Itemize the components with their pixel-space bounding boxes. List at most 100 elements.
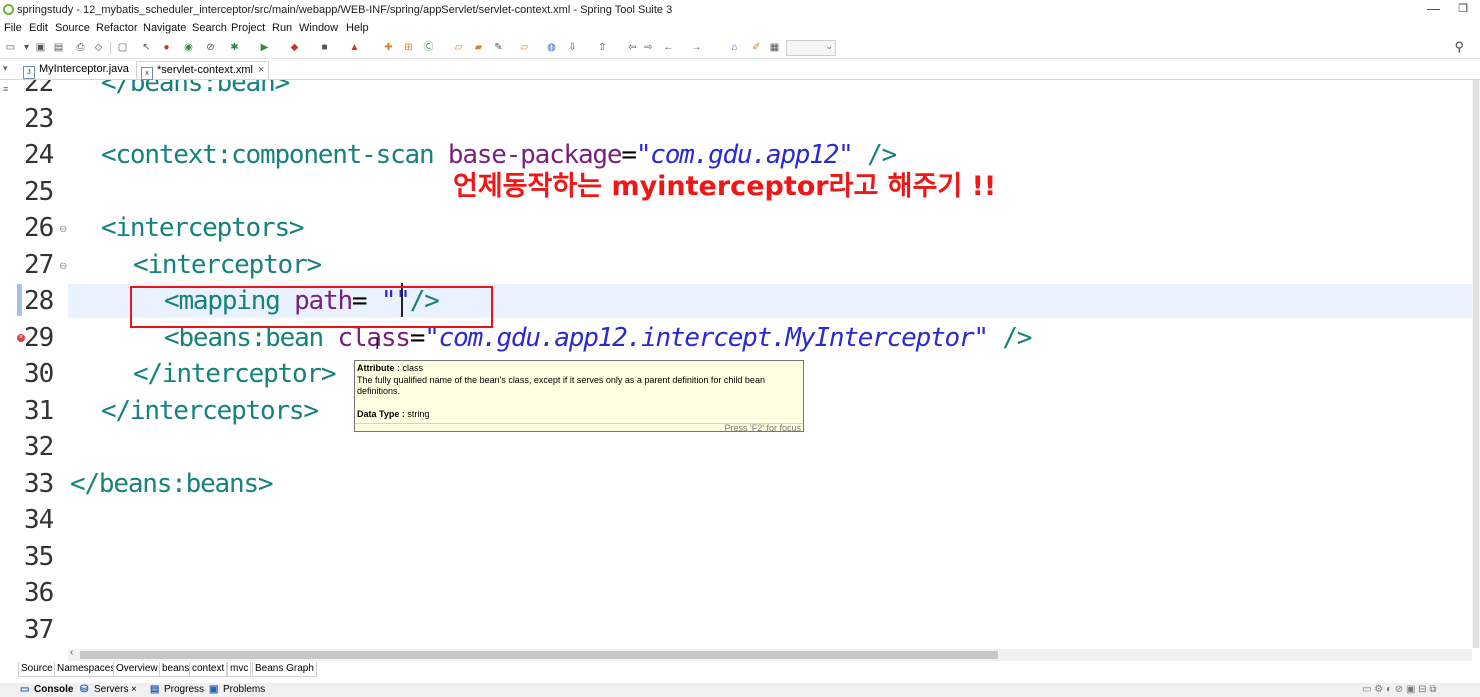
menu-file[interactable]: File bbox=[4, 22, 22, 34]
fold-toggle-icon[interactable]: ⊖ bbox=[59, 224, 67, 235]
stop-icon[interactable]: ● bbox=[160, 41, 173, 54]
tab-beans-graph[interactable]: Beans Graph bbox=[252, 662, 317, 677]
folder-icon[interactable]: ▱ bbox=[518, 41, 531, 54]
menu-run[interactable]: Run bbox=[272, 22, 292, 34]
menu-window[interactable]: Window bbox=[299, 22, 338, 34]
spring-tool-suite-icon bbox=[3, 4, 14, 15]
tab-mvc[interactable]: mvc bbox=[227, 662, 252, 677]
tab-progress[interactable]: Progress bbox=[164, 684, 204, 695]
title-bar: springstudy - 12_mybatis_scheduler_inter… bbox=[0, 0, 1480, 20]
code-line-26: <interceptors> bbox=[101, 213, 305, 243]
line-number: 27 bbox=[24, 250, 54, 280]
pin-editor-icon[interactable]: ⌂ bbox=[728, 41, 741, 54]
pointer-icon[interactable]: ↖ bbox=[140, 41, 153, 54]
console-icon: ▭ bbox=[20, 684, 30, 695]
forward-icon[interactable]: → bbox=[690, 41, 703, 54]
web-browser-icon[interactable]: ◍ bbox=[545, 41, 558, 54]
edit-icon[interactable]: ✎ bbox=[492, 41, 505, 54]
fold-toggle-icon[interactable]: ⊖ bbox=[59, 261, 67, 272]
open-file-icon[interactable]: ▰ bbox=[472, 41, 485, 54]
print-icon[interactable]: ⎙ bbox=[74, 41, 87, 54]
dropdown-arrow-icon[interactable]: ▾ bbox=[20, 41, 33, 54]
menu-search[interactable]: Search bbox=[192, 22, 227, 34]
scrollbar-thumb[interactable] bbox=[1473, 80, 1479, 648]
editor-tab-bar: ▾ J MyInterceptor.java x *servlet-context.… bbox=[0, 59, 1480, 80]
highlight-icon[interactable]: ✐ bbox=[750, 41, 763, 54]
editor-page-tabs: Source Namespaces Overview beans context… bbox=[0, 661, 1480, 679]
minimize-button[interactable]: — bbox=[1427, 1, 1440, 16]
error-marker-icon: × bbox=[17, 334, 25, 342]
view-menu-icon[interactable]: ▾ bbox=[3, 63, 8, 74]
annotation-text: 언제동작하는 myinterceptor라고 해주기 !! bbox=[453, 171, 997, 202]
coverage-icon[interactable]: ■ bbox=[318, 41, 331, 54]
progress-icon: ▤ bbox=[150, 684, 160, 695]
next-annotation-icon[interactable]: ⇩ bbox=[566, 41, 579, 54]
tab-context[interactable]: context bbox=[189, 662, 228, 677]
scroll-left-icon[interactable]: ‹ bbox=[70, 647, 73, 658]
tab-problems[interactable]: Problems bbox=[223, 684, 265, 695]
search-icon[interactable]: ⚲ bbox=[1454, 39, 1464, 55]
line-number: 24 bbox=[24, 140, 54, 170]
tab-servlet-context-xml[interactable]: x *servlet-context.xml × bbox=[136, 61, 270, 80]
menu-edit[interactable]: Edit bbox=[29, 22, 48, 34]
tab-myinterceptor-java[interactable]: J MyInterceptor.java bbox=[19, 61, 133, 79]
close-icon[interactable]: × bbox=[131, 684, 137, 695]
forward-edit-icon[interactable]: ⇨ bbox=[642, 41, 655, 54]
line-number: 35 bbox=[24, 542, 54, 572]
toolbar-combo[interactable]: ⌄ bbox=[786, 40, 836, 56]
tab-console[interactable]: Console bbox=[34, 684, 73, 695]
new-class-icon[interactable]: Ⓒ bbox=[422, 41, 435, 54]
tab-beans[interactable]: beans bbox=[159, 662, 193, 677]
save-all-icon[interactable]: ▤ bbox=[52, 41, 65, 54]
attribute-tooltip: Attribute : class The fully qualified na… bbox=[354, 360, 804, 433]
run-external-tools-icon[interactable]: ◆ bbox=[288, 41, 301, 54]
menu-refactor[interactable]: Refactor bbox=[96, 22, 138, 34]
last-edit-icon[interactable]: ⇦ bbox=[626, 41, 639, 54]
debug-icon[interactable]: ✱ bbox=[228, 41, 241, 54]
xml-editor[interactable]: ≡ 22 23 24 25 26 27 28 29 30 31 32 33 34… bbox=[0, 80, 1472, 648]
server-icon[interactable]: ▲ bbox=[348, 41, 361, 54]
toolbar-separator bbox=[110, 42, 111, 54]
grid-icon[interactable]: ▦ bbox=[768, 41, 781, 54]
line-number: 34 bbox=[24, 505, 54, 535]
new-java-project-icon[interactable]: ✚ bbox=[382, 41, 395, 54]
window-title: springstudy - 12_mybatis_scheduler_inter… bbox=[17, 4, 673, 16]
save-icon[interactable]: ▣ bbox=[34, 41, 47, 54]
menu-navigate[interactable]: Navigate bbox=[143, 22, 186, 34]
code-line-22: </beans:bean> bbox=[101, 80, 290, 98]
new-icon[interactable]: ▭ bbox=[4, 41, 17, 54]
console-icon[interactable]: ▢ bbox=[116, 41, 129, 54]
line-number: 23 bbox=[24, 104, 54, 134]
skip-breakpoints-icon[interactable]: ⊘ bbox=[204, 41, 217, 54]
java-file-icon: J bbox=[23, 66, 35, 79]
line-number: 29 bbox=[24, 323, 54, 353]
run-icon[interactable]: ▶ bbox=[258, 41, 271, 54]
menu-source[interactable]: Source bbox=[55, 22, 90, 34]
code-line-33: </beans:beans> bbox=[70, 469, 274, 499]
tooltip-focus-hint: Press 'F2' for focus bbox=[724, 423, 801, 433]
view-toolbar-icons[interactable]: ▭ ⚙ ◐ ⊘ ▣ ⊟ ⧉ bbox=[1362, 684, 1436, 695]
line-number: 28 bbox=[24, 286, 54, 316]
restore-button[interactable]: ❐ bbox=[1458, 2, 1468, 15]
vertical-scrollbar[interactable] bbox=[1472, 80, 1480, 648]
tab-servers[interactable]: Servers bbox=[94, 684, 128, 695]
close-icon[interactable]: × bbox=[258, 64, 264, 76]
ruler-marker-icon: ≡ bbox=[3, 84, 9, 94]
boot-dashboard-icon[interactable]: ◉ bbox=[182, 41, 195, 54]
line-number: 26 bbox=[24, 213, 54, 243]
previous-annotation-icon[interactable]: ⇧ bbox=[596, 41, 609, 54]
current-line-marker bbox=[17, 284, 22, 316]
open-type-icon[interactable]: ◇ bbox=[92, 41, 105, 54]
menu-help[interactable]: Help bbox=[346, 22, 369, 34]
back-icon[interactable]: ← bbox=[662, 41, 675, 54]
tab-overview[interactable]: Overview bbox=[113, 662, 161, 677]
new-package-icon[interactable]: ⊞ bbox=[402, 41, 415, 54]
code-line-30: </interceptor> bbox=[133, 359, 337, 389]
open-folder-icon[interactable]: ▱ bbox=[452, 41, 465, 54]
menu-project[interactable]: Project bbox=[231, 22, 265, 34]
scrollbar-thumb[interactable] bbox=[80, 651, 998, 659]
horizontal-scrollbar[interactable]: ‹ bbox=[68, 647, 1472, 661]
tab-source[interactable]: Source bbox=[18, 662, 56, 677]
code-line-31: </interceptors> bbox=[101, 396, 319, 426]
tab-namespaces[interactable]: Namespaces bbox=[54, 662, 119, 677]
